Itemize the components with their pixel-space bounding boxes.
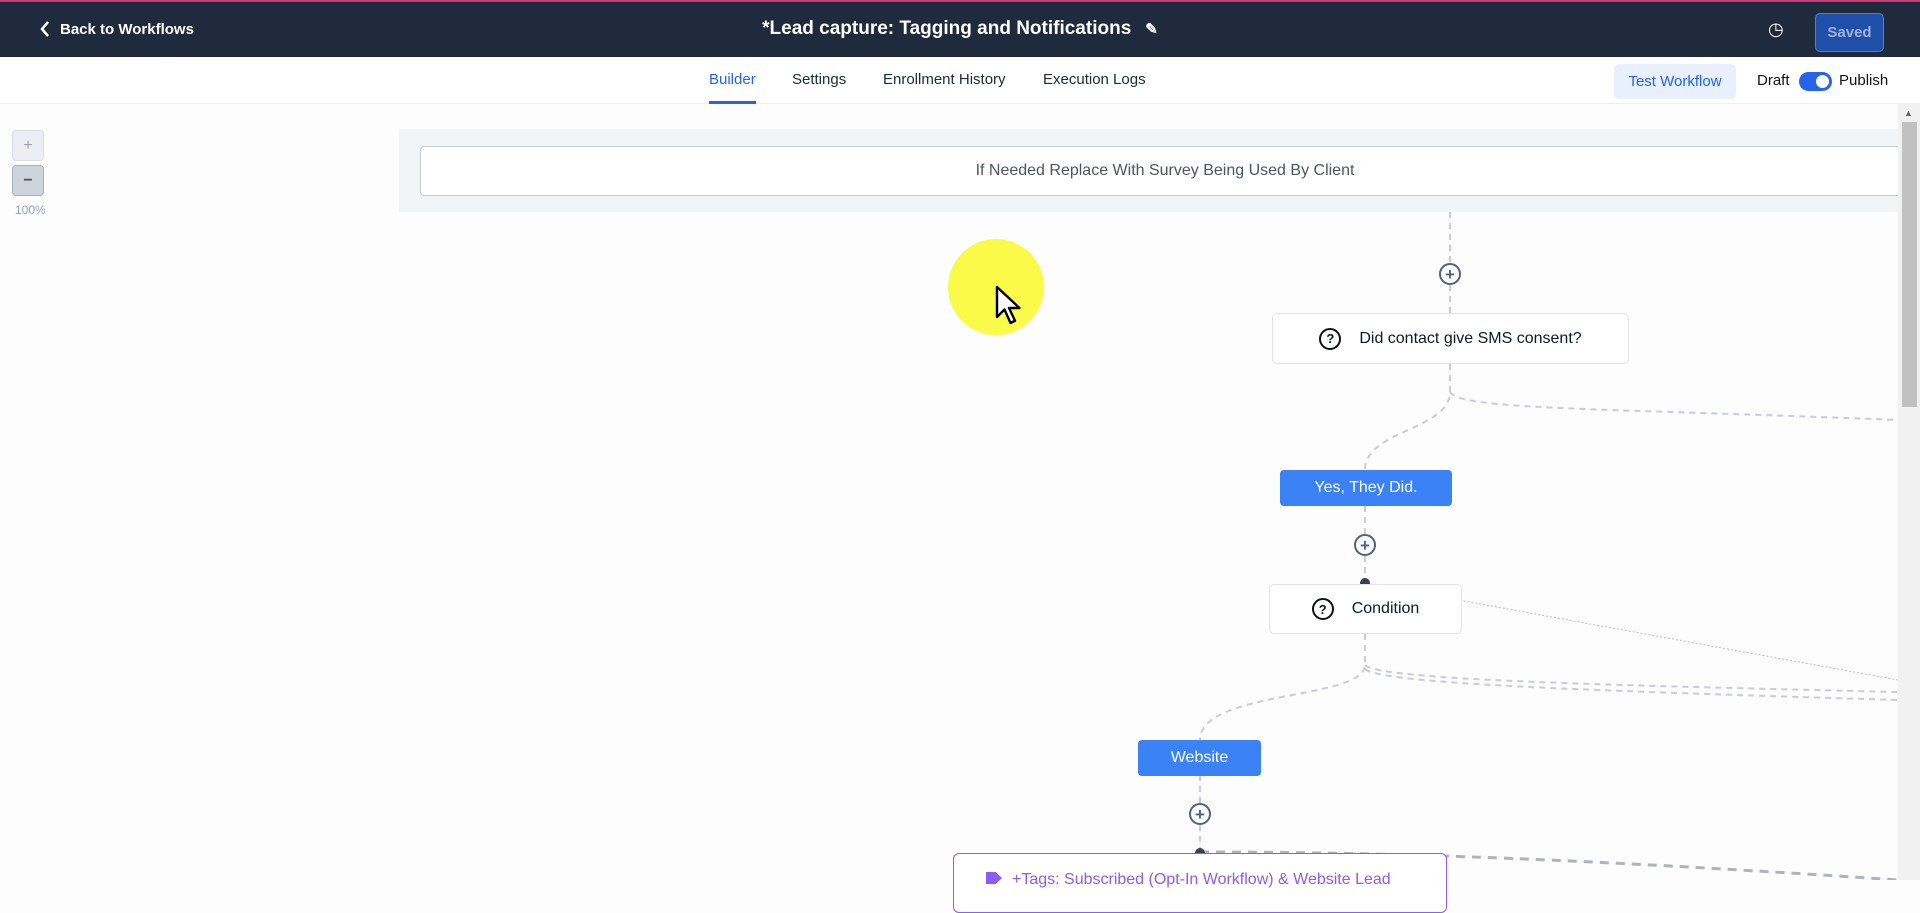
question-icon: ? (1319, 327, 1342, 350)
sms-consent-condition-node[interactable]: ? Did contact give SMS consent? (1272, 313, 1629, 364)
connector (1364, 664, 1899, 693)
question-icon: ? (1311, 598, 1334, 620)
add-tags-action-node[interactable]: +Tags: Subscribed (Opt-In Workflow) & We… (953, 853, 1447, 913)
mouse-pointer-icon (995, 285, 1021, 325)
add-step-button[interactable]: + (1439, 263, 1461, 285)
branch-website[interactable]: Website (1138, 740, 1261, 776)
condition-node[interactable]: ? Condition (1269, 584, 1462, 634)
node-label: Condition (1351, 600, 1420, 617)
branch-yes[interactable]: Yes, They Did. (1280, 470, 1452, 506)
trigger-node[interactable]: If Needed Replace With Survey Being Used… (420, 146, 1910, 196)
add-step-button[interactable]: + (1354, 534, 1376, 556)
scrollbar-thumb[interactable] (1902, 122, 1917, 407)
connector (1364, 364, 1451, 471)
scroll-up-arrow-icon[interactable]: ▲ (1904, 108, 1913, 118)
connector (1449, 391, 1899, 421)
tag-icon (986, 872, 1002, 884)
add-step-button[interactable]: + (1189, 803, 1211, 825)
node-label: Did contact give SMS consent? (1359, 329, 1582, 347)
connector (1199, 634, 1366, 741)
